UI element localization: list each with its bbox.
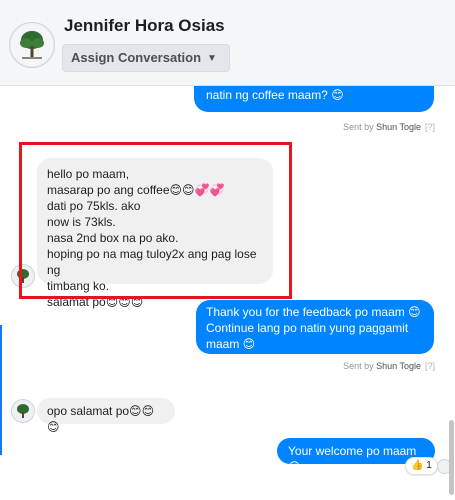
incoming-message: opo salamat po😊😊😊: [37, 398, 175, 434]
sent-by-label: Sent by Shun Togle [?]: [343, 122, 435, 132]
tree-logo-icon: [11, 24, 53, 66]
scrollbar[interactable]: [449, 420, 454, 495]
tree-logo-icon: [17, 269, 29, 283]
message-line: Thank you for the feedback po maam 😊: [206, 305, 421, 319]
message-line: maam 😊: [206, 337, 256, 351]
incoming-message: hello po maam, masarap po ang coffee😊😊💞💞…: [37, 158, 273, 309]
message-line: hoping po na mag tuloy2x ang pag lose ng: [47, 247, 257, 277]
contact-avatar[interactable]: [9, 22, 55, 68]
agent-name[interactable]: Shun Togle: [376, 122, 421, 132]
message-thread[interactable]: natin ng coffee maam? 😊 Sent by Shun Tog…: [0, 86, 455, 500]
left-edge-indicator: [0, 325, 2, 455]
assign-conversation-label: Assign Conversation: [71, 50, 202, 65]
help-link[interactable]: [?]: [425, 122, 435, 132]
agent-name[interactable]: Shun Togle: [376, 361, 421, 371]
reaction-badge[interactable]: 👍 1: [405, 457, 438, 475]
help-link[interactable]: [?]: [425, 361, 435, 371]
message-line: now is 73kls.: [47, 215, 116, 229]
message-line: dati po 75kls. ako: [47, 199, 141, 213]
caret-down-icon: ▼: [207, 53, 217, 64]
conversation-header: Jennifer Hora Osias Assign Conversation ▼: [0, 0, 455, 86]
message-line: Continue lang po natin yung paggamit: [206, 321, 409, 335]
message-line: nasa 2nd box na po ako.: [47, 231, 179, 245]
reaction-count: 1: [426, 460, 432, 471]
sender-avatar[interactable]: [11, 264, 35, 288]
outgoing-message: natin ng coffee maam? 😊: [194, 86, 434, 112]
message-line: timbang ko.: [47, 279, 110, 293]
message-line: masarap po ang coffee😊😊💞💞: [47, 183, 225, 197]
outgoing-message: Thank you for the feedback po maam 😊 Con…: [196, 300, 434, 354]
sender-avatar[interactable]: [11, 399, 35, 423]
message-line: hello po maam,: [47, 167, 130, 181]
thumbs-up-icon: 👍: [411, 460, 424, 471]
contact-name[interactable]: Jennifer Hora Osias: [64, 16, 225, 36]
tree-logo-icon: [17, 404, 29, 418]
sent-by-label: Sent by Shun Togle [?]: [343, 361, 435, 371]
assign-conversation-button[interactable]: Assign Conversation ▼: [62, 44, 230, 72]
